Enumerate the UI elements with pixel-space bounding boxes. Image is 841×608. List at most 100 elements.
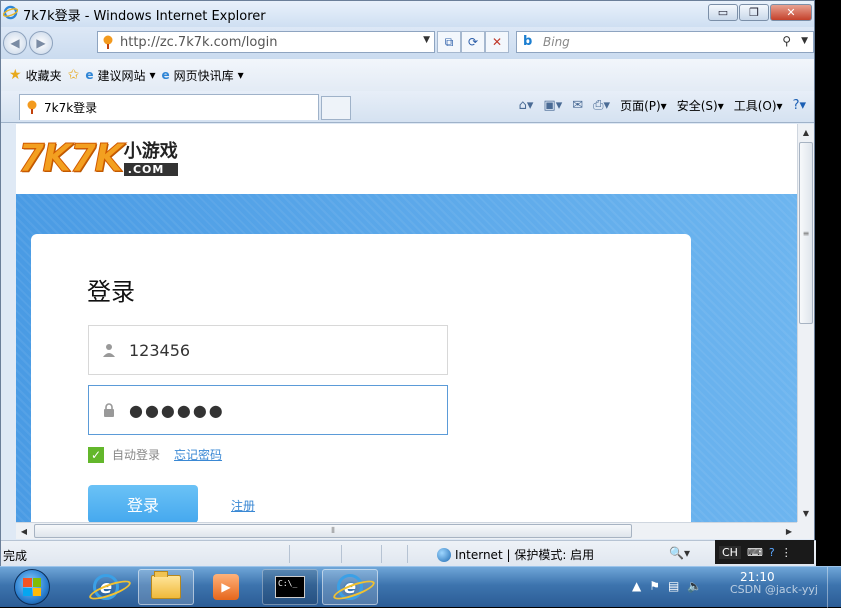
- lock-icon: [104, 403, 114, 417]
- login-button[interactable]: 登录: [88, 485, 198, 522]
- suggested-sites-label: 建议网站: [97, 68, 146, 83]
- stop-icon[interactable]: ✕: [485, 31, 509, 53]
- start-button[interactable]: [14, 569, 50, 605]
- site-logo[interactable]: 7K7K 小游戏 .COM: [18, 136, 178, 181]
- taskbar-ie-active[interactable]: e: [322, 569, 378, 605]
- ie-page-icon: e: [85, 68, 94, 82]
- mail-icon[interactable]: ✉: [572, 98, 583, 113]
- horizontal-scroll-thumb[interactable]: ⦀: [34, 524, 632, 538]
- help-icon[interactable]: ?▾: [793, 98, 806, 113]
- password-field[interactable]: ●●●●●●: [88, 385, 448, 435]
- forgot-password-link[interactable]: 忘记密码: [174, 446, 222, 463]
- status-bar: 完成 Internet | 保护模式: 启用 🔍▾: [1, 540, 816, 567]
- horizontal-scrollbar[interactable]: ◀ ⦀ ▶: [16, 522, 797, 539]
- suggested-sites[interactable]: e 建议网站 ▾: [85, 67, 155, 84]
- logo-main: 7K7K: [18, 136, 125, 181]
- new-tab-button[interactable]: [321, 96, 351, 120]
- site-pin-icon: [27, 100, 37, 114]
- web-slice-gallery[interactable]: e 网页快讯库 ▾: [162, 67, 244, 84]
- address-bar[interactable]: http://zc.7k7k.com/login ▼: [97, 31, 435, 53]
- taskbar-media-player[interactable]: ▶: [198, 569, 254, 605]
- help-icon[interactable]: ?: [769, 546, 775, 559]
- show-desktop-button[interactable]: [827, 567, 841, 608]
- scroll-right-icon[interactable]: ▶: [781, 523, 797, 539]
- login-card: 登录 123456 ●●●●●● ✓ 自动登录 忘记密码 登录 注册: [31, 234, 691, 522]
- safety-menu-label: 安全(S): [676, 99, 718, 113]
- chevron-down-icon: ▾: [149, 68, 156, 82]
- site-header: 7K7K 小游戏 .COM: [16, 124, 797, 194]
- zone-label: Internet | 保护模式: 启用: [455, 548, 595, 562]
- username-value: 123456: [129, 340, 191, 360]
- auto-login-checkbox[interactable]: ✓: [88, 446, 104, 463]
- tools-menu[interactable]: 工具(O)▾: [734, 97, 783, 114]
- options-icon[interactable]: ⋮: [781, 546, 792, 559]
- login-heading: 登录: [87, 278, 135, 306]
- add-favorites-button[interactable]: ✩: [68, 67, 80, 83]
- status-divider: [341, 545, 342, 563]
- status-text: 完成: [3, 549, 28, 563]
- tab-7k7k-login[interactable]: 7k7k登录: [19, 94, 319, 120]
- window-title: 7k7k登录 - Windows Internet Explorer: [23, 8, 266, 24]
- bing-icon: b: [523, 34, 533, 49]
- status-divider: [407, 545, 408, 563]
- print-icon[interactable]: ⎙▾: [593, 98, 610, 113]
- network-icon[interactable]: ▤: [668, 579, 679, 593]
- taskbar-explorer[interactable]: [138, 569, 194, 605]
- scroll-down-icon[interactable]: ▼: [798, 505, 814, 522]
- page-menu[interactable]: 页面(P)▾: [620, 97, 667, 114]
- cmd-icon: C:\_: [275, 576, 305, 598]
- search-icon[interactable]: ⚲: [782, 34, 791, 48]
- taskbar-ie-pinned[interactable]: e: [78, 569, 134, 605]
- minimize-button[interactable]: ▭: [708, 4, 738, 21]
- compat-view-icon[interactable]: ⧉: [437, 31, 461, 53]
- safety-menu[interactable]: 安全(S)▾: [677, 97, 724, 114]
- favorites-button[interactable]: ★ 收藏夹: [9, 67, 62, 84]
- volume-icon[interactable]: 🔈: [687, 579, 702, 593]
- register-link[interactable]: 注册: [231, 497, 255, 514]
- username-field[interactable]: 123456: [88, 325, 448, 375]
- status-divider: [381, 545, 382, 563]
- watermark-text: CSDN @jack-yyj: [730, 583, 818, 596]
- address-dropdown-icon[interactable]: ▼: [423, 35, 430, 45]
- title-bar[interactable]: 7k7k登录 - Windows Internet Explorer ▭ ❐ ✕: [1, 1, 814, 27]
- home-icon[interactable]: ⌂▾: [519, 98, 534, 113]
- rss-icon[interactable]: ▣▾: [543, 98, 562, 113]
- ie-window: 7k7k登录 - Windows Internet Explorer ▭ ❐ ✕…: [0, 0, 816, 567]
- page-menu-label: 页面(P): [620, 99, 661, 113]
- language-bar: CH ⌨ ? ⋮: [715, 540, 814, 564]
- scroll-left-icon[interactable]: ◀: [16, 523, 32, 539]
- tools-menu-label: 工具(O): [733, 99, 777, 113]
- address-url: http://zc.7k7k.com/login: [120, 34, 278, 50]
- logo-com: .COM: [123, 163, 178, 176]
- globe-icon: [437, 547, 451, 562]
- keyboard-icon[interactable]: ⌨: [747, 546, 763, 559]
- command-bar: ⌂▾ ▣▾ ✉ ⎙▾ 页面(P)▾ 安全(S)▾ 工具(O)▾ ?▾: [519, 97, 806, 114]
- taskbar: e ▶ C:\_ e ▲ ⚑ ▤ 🔈 21:10: [0, 566, 841, 608]
- show-hidden-icons-icon[interactable]: ▲: [632, 579, 641, 593]
- back-button[interactable]: ◀: [3, 31, 27, 55]
- language-indicator[interactable]: CH: [719, 545, 741, 559]
- vertical-scroll-thumb[interactable]: ≡: [799, 142, 813, 324]
- vertical-scrollbar[interactable]: ▲ ≡ ▼: [797, 124, 814, 522]
- ie-icon: e: [337, 574, 363, 600]
- user-icon: [103, 344, 115, 357]
- search-box[interactable]: b Bing ⚲ ▼: [516, 31, 814, 53]
- status-divider: [289, 545, 290, 563]
- scroll-up-icon[interactable]: ▲: [798, 124, 814, 141]
- security-zone[interactable]: Internet | 保护模式: 启用: [437, 546, 594, 563]
- ie-logo-icon: [3, 5, 18, 20]
- star-icon: ★: [9, 67, 22, 83]
- zoom-control[interactable]: 🔍▾: [669, 546, 690, 560]
- media-player-icon: ▶: [213, 574, 239, 600]
- ie-page-icon: e: [161, 68, 170, 82]
- action-center-flag-icon[interactable]: ⚑: [649, 579, 660, 593]
- folder-icon: [151, 571, 181, 599]
- maximize-button[interactable]: ❐: [739, 4, 769, 21]
- search-dropdown-icon[interactable]: ▼: [801, 36, 808, 46]
- close-button[interactable]: ✕: [770, 4, 812, 21]
- forward-button[interactable]: ▶: [29, 31, 53, 55]
- chevron-down-icon: ▾: [237, 68, 244, 82]
- refresh-icon[interactable]: ⟳: [461, 31, 485, 53]
- taskbar-cmd[interactable]: C:\_: [262, 569, 318, 605]
- navigation-bar: ◀ ▶ http://zc.7k7k.com/login ▼ ⧉ ⟳ ✕ b B…: [1, 27, 814, 59]
